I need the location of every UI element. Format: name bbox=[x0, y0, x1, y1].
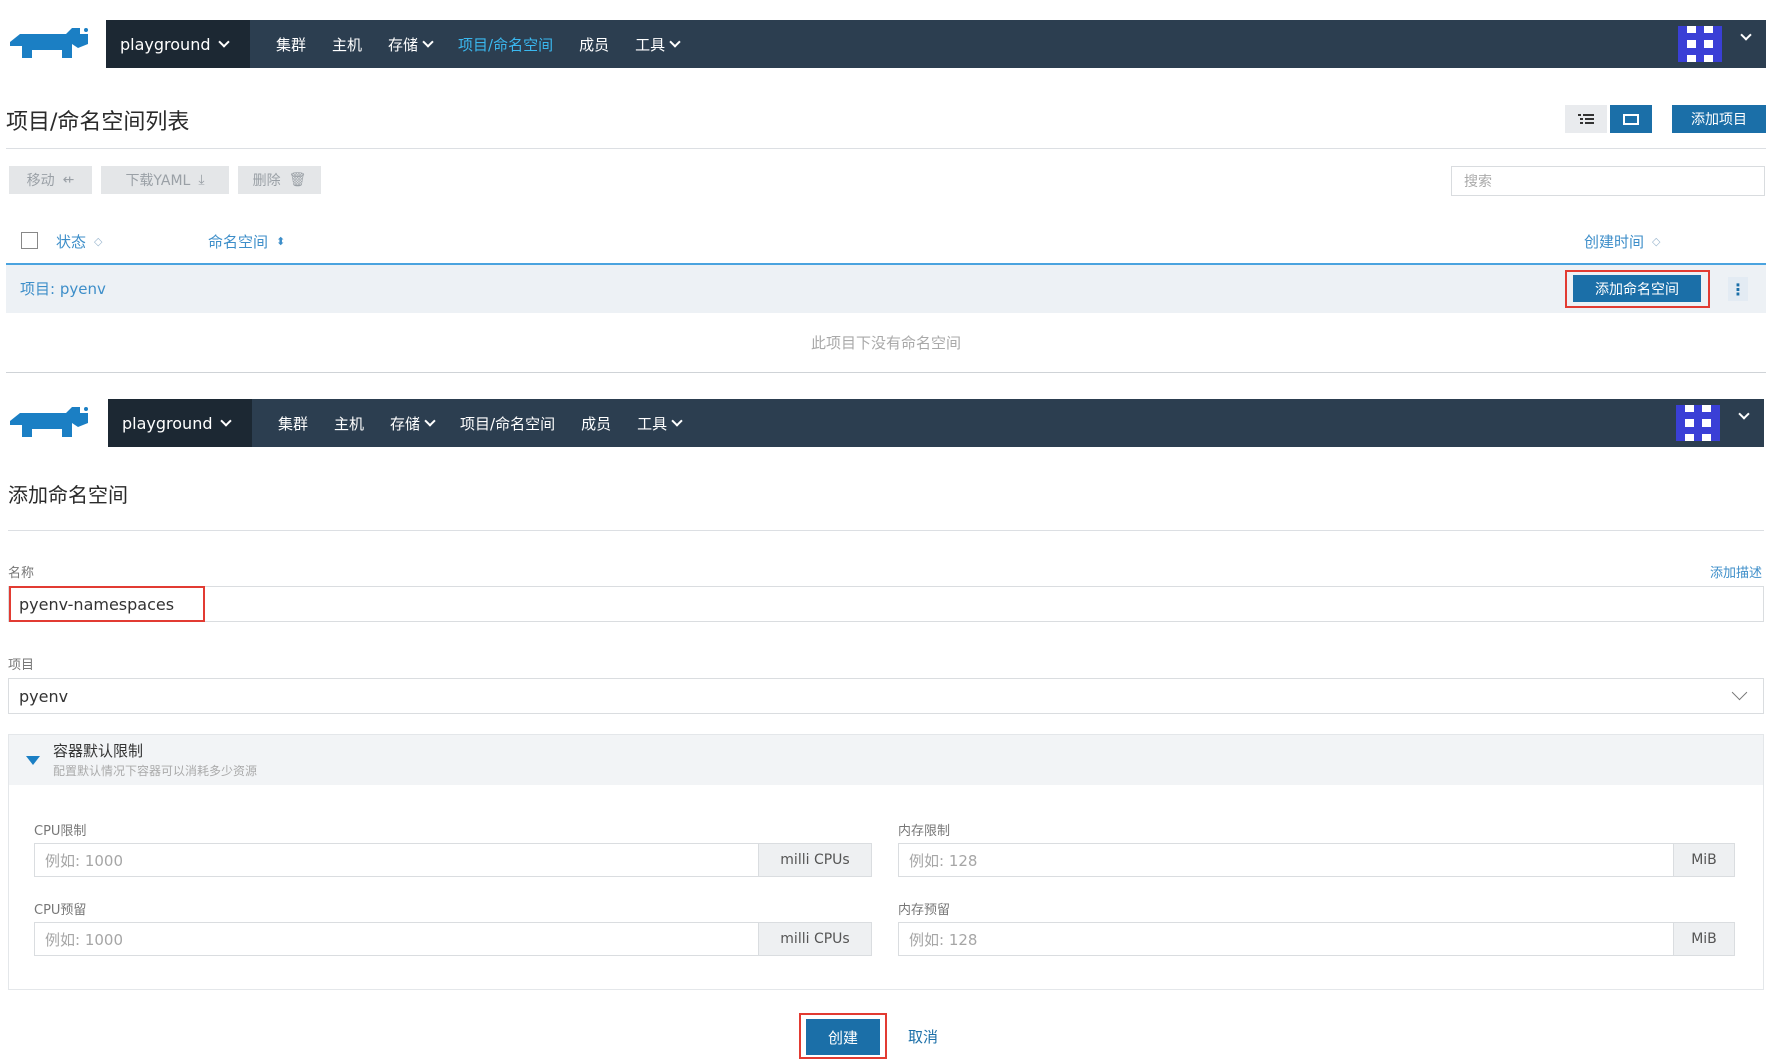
chevron-down-icon[interactable] bbox=[1738, 408, 1750, 420]
column-namespace[interactable]: 命名空间 ⬍ bbox=[208, 231, 285, 252]
rancher-logo-icon[interactable] bbox=[6, 24, 90, 64]
nav-item-tools[interactable]: 工具 bbox=[637, 413, 683, 434]
sort-icon: ⬍ bbox=[276, 235, 286, 248]
chevron-down-icon bbox=[220, 415, 233, 427]
cpu-reserve-input[interactable]: 例如: 1000 bbox=[34, 922, 759, 956]
empty-message: 此项目下没有命名空间 bbox=[810, 334, 961, 352]
nav-item-storage[interactable]: 存储 bbox=[390, 413, 436, 434]
sort-icon: ◇ bbox=[94, 235, 103, 248]
chevron-down-icon bbox=[669, 36, 681, 48]
nav-item-storage[interactable]: 存储 bbox=[388, 34, 434, 55]
select-all-checkbox[interactable] bbox=[21, 232, 38, 249]
cluster-selector[interactable]: playground bbox=[108, 399, 252, 447]
delete-button[interactable]: 删除 🗑 bbox=[238, 166, 321, 194]
nav-item-projects[interactable]: 项目/命名空间 bbox=[460, 413, 555, 434]
nav-item-hosts[interactable]: 主机 bbox=[332, 34, 362, 55]
add-description-link[interactable]: 添加描述 bbox=[1710, 562, 1762, 581]
trash-icon: 🗑 bbox=[288, 172, 307, 188]
chevron-down-icon bbox=[1731, 684, 1748, 701]
cluster-selector[interactable]: playground bbox=[106, 20, 250, 68]
cancel-link[interactable]: 取消 bbox=[908, 1026, 938, 1047]
nav-item-members[interactable]: 成员 bbox=[579, 34, 609, 55]
cpu-reserve-label: CPU预留 bbox=[34, 903, 87, 918]
list-view-button[interactable] bbox=[1565, 105, 1607, 133]
chevron-down-icon[interactable] bbox=[1740, 29, 1752, 41]
nav-item-clusters[interactable]: 集群 bbox=[276, 34, 306, 55]
move-button[interactable]: 移动 ⇷ bbox=[9, 166, 92, 194]
cpu-unit: milli CPUs bbox=[758, 922, 872, 956]
highlight-box bbox=[9, 586, 205, 622]
chevron-down-icon bbox=[422, 36, 434, 48]
name-input[interactable]: pyenv-namespaces bbox=[8, 586, 1764, 622]
highlight-box bbox=[799, 1013, 887, 1059]
cpu-unit: milli CPUs bbox=[758, 843, 872, 877]
download-icon: ⤓ bbox=[198, 172, 205, 188]
nav-item-tools[interactable]: 工具 bbox=[635, 34, 681, 55]
project-select[interactable]: pyenv bbox=[8, 678, 1764, 714]
sort-icon: ◇ bbox=[1652, 235, 1661, 248]
card-view-button[interactable] bbox=[1610, 105, 1652, 133]
list-view-icon bbox=[1578, 114, 1594, 124]
nav-item-clusters[interactable]: 集群 bbox=[278, 413, 308, 434]
chevron-down-icon bbox=[671, 415, 683, 427]
mem-unit: MiB bbox=[1673, 922, 1735, 956]
caret-down-icon[interactable] bbox=[26, 756, 40, 765]
column-state[interactable]: 状态 ◇ bbox=[56, 231, 102, 252]
column-created[interactable]: 创建时间 ◇ bbox=[1584, 231, 1660, 252]
form-title: 添加命名空间 bbox=[8, 483, 128, 507]
mem-limit-label: 内存限制 bbox=[898, 824, 951, 839]
chevron-down-icon bbox=[218, 36, 231, 48]
page-title: 项目/命名空间列表 bbox=[6, 110, 190, 135]
cpu-limit-label: CPU限制 bbox=[34, 824, 87, 839]
project-label: 项目: pyenv bbox=[20, 280, 106, 298]
limits-section-header[interactable] bbox=[9, 735, 1763, 785]
share-icon: ⇷ bbox=[62, 172, 75, 188]
nav-item-members[interactable]: 成员 bbox=[581, 413, 611, 434]
add-project-button[interactable]: 添加项目 bbox=[1672, 105, 1766, 133]
name-label: 名称 bbox=[8, 566, 35, 581]
cpu-limit-input[interactable]: 例如: 1000 bbox=[34, 843, 759, 877]
section-title: 容器默认限制 bbox=[53, 742, 144, 760]
section-description: 配置默认情况下容器可以消耗多少资源 bbox=[53, 764, 258, 778]
highlight-box bbox=[1565, 270, 1710, 308]
chevron-down-icon bbox=[424, 415, 436, 427]
mem-unit: MiB bbox=[1673, 843, 1735, 877]
top-nav: playground 集群 主机 存储 项目/命名空间 成员 工具 bbox=[106, 20, 1766, 68]
avatar[interactable] bbox=[1678, 26, 1722, 62]
search-input[interactable]: 搜索 bbox=[1451, 166, 1765, 196]
mem-reserve-input[interactable]: 例如: 128 bbox=[898, 922, 1674, 956]
download-yaml-button[interactable]: 下载YAML ⤓ bbox=[101, 166, 229, 194]
nav-item-projects[interactable]: 项目/命名空间 bbox=[458, 34, 553, 55]
mem-reserve-label: 内存预留 bbox=[898, 903, 951, 918]
card-view-icon bbox=[1623, 113, 1639, 125]
mem-limit-input[interactable]: 例如: 128 bbox=[898, 843, 1674, 877]
project-group-row bbox=[6, 263, 1766, 313]
nav-item-hosts[interactable]: 主机 bbox=[334, 413, 364, 434]
avatar[interactable] bbox=[1676, 405, 1720, 441]
rancher-logo-icon[interactable] bbox=[6, 403, 90, 443]
project-field-label: 项目 bbox=[8, 658, 35, 673]
kebab-icon[interactable]: ⋮ bbox=[1728, 277, 1748, 301]
top-nav: playground 集群 主机 存储 项目/命名空间 成员 工具 bbox=[108, 399, 1764, 447]
